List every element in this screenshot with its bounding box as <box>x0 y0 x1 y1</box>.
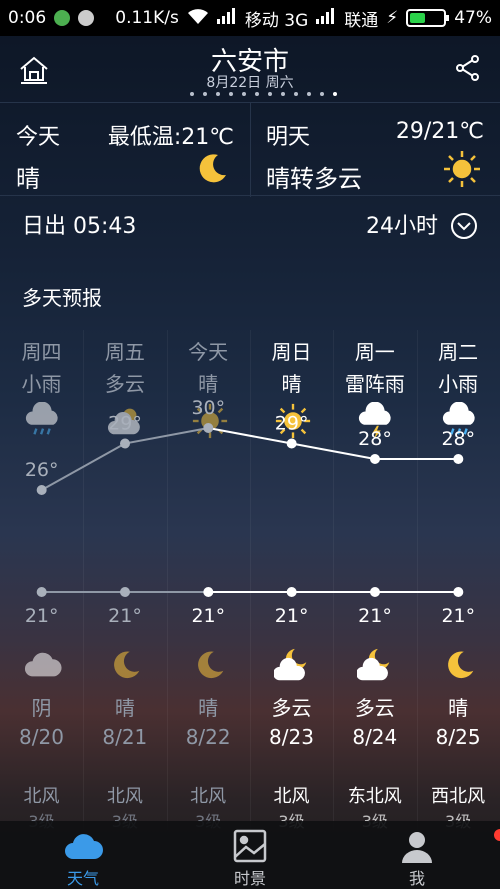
thunder-icon <box>357 401 395 440</box>
forecast-date: 8/23 <box>269 725 314 749</box>
notification-icon <box>78 10 95 26</box>
forecast-day-condition: 小雨 <box>438 372 479 396</box>
forecast-wind-direction: 北风 <box>106 786 143 807</box>
partly-cloudy-icon <box>107 402 145 440</box>
forecast-wind-direction: 西北风 <box>431 786 486 807</box>
cloud-icon <box>24 646 62 684</box>
network-speed: 0.11K/s <box>115 8 179 28</box>
today-temp: 最低温:21℃ <box>107 125 234 150</box>
moon-icon <box>191 646 229 684</box>
forecast-day-name: 周二 <box>438 340 479 364</box>
battery-icon <box>406 9 450 27</box>
tomorrow-label: 明天 <box>266 125 311 150</box>
page-indicator <box>190 92 337 96</box>
sun-icon <box>442 149 482 189</box>
today-condition: 晴 <box>16 165 40 193</box>
moon-cloud-icon <box>273 646 312 684</box>
user-icon <box>397 829 500 863</box>
carrier-2: 联通 <box>344 10 379 31</box>
status-bar: 0:06 0.11K/s 移动 3G 联通 ⚡ 47% <box>0 0 500 36</box>
tab-scenery-label: 时景 <box>233 869 266 888</box>
today-cell[interactable]: 今天 最低温:21℃ 晴 <box>0 103 250 197</box>
chevron-down-icon[interactable] <box>450 212 478 240</box>
forecast-day-name: 周日 <box>271 340 312 364</box>
clock-app-icon <box>54 10 71 26</box>
moon-icon <box>441 646 479 684</box>
forecast-day-name: 周一 <box>354 340 395 364</box>
photo-icon <box>230 829 270 863</box>
forecast-day-condition: 晴 <box>281 372 302 396</box>
sun-icon <box>274 402 312 440</box>
forecast-day-column[interactable]: 周一雷阵雨多云8/24东北风3级 <box>333 330 416 831</box>
tab-me[interactable]: 我 <box>334 821 500 889</box>
tab-weather-label: 天气 <box>66 869 99 888</box>
moon-cloud-icon <box>356 646 395 684</box>
tab-me-label: 我 <box>408 869 425 888</box>
forecast-night-condition: 晴 <box>114 696 135 720</box>
rain-icon <box>24 401 62 440</box>
forecast-date: 8/22 <box>185 725 231 749</box>
forecast-day-name: 周五 <box>104 340 145 364</box>
signal-icon <box>216 7 237 29</box>
forecast-night-condition: 晴 <box>448 696 469 720</box>
forecast-night-condition: 多云 <box>271 696 312 720</box>
tomorrow-cell[interactable]: 明天 29/21℃ 晴转多云 <box>250 103 500 197</box>
forecast-date: 8/20 <box>19 725 64 749</box>
forecast-day-column[interactable]: 周四小雨阴8/20北风3级 <box>0 330 83 831</box>
forecast-night-condition: 阴 <box>31 696 52 720</box>
forecast-section-title: 多天预报 <box>22 286 102 310</box>
date-label: 8月22日 周六 <box>206 75 294 91</box>
forecast-day-column[interactable]: 今天晴晴8/22北风3级 <box>167 330 250 831</box>
signal-icon-2 <box>316 7 336 29</box>
tab-weather[interactable]: 天气 <box>0 821 166 889</box>
status-time: 0:06 <box>8 8 47 28</box>
forecast-day-column[interactable]: 周日晴多云8/23北风3级 <box>250 330 333 831</box>
forecast-day-column[interactable]: 周五多云晴8/21北风3级 <box>83 330 166 831</box>
cloud-icon <box>63 829 103 863</box>
forecast-wind-direction: 东北风 <box>347 786 402 807</box>
forecast-wind-direction: 北风 <box>190 786 227 807</box>
forecast-day-column[interactable]: 周二小雨晴8/25西北风3级 <box>417 330 500 831</box>
today-tomorrow-panel: 今天 最低温:21℃ 晴 明天 29/21℃ 晴转多云 <box>0 102 500 197</box>
bottom-tab-bar: 天气 时景 我 <box>0 821 500 889</box>
moon-icon <box>192 149 232 189</box>
battery-percent: 47% <box>454 8 492 28</box>
forecast-day-condition: 晴 <box>198 372 219 396</box>
header: 六安市 8月22日 周六 <box>0 36 500 100</box>
wifi-icon <box>187 7 209 30</box>
forecast-day-condition: 多云 <box>104 372 145 396</box>
hourly-forecast-label[interactable]: 24小时 <box>366 208 438 240</box>
today-label: 今天 <box>16 125 61 150</box>
forecast-date: 8/24 <box>352 725 398 749</box>
share-icon[interactable] <box>454 54 482 82</box>
forecast-night-condition: 多云 <box>354 696 395 720</box>
forecast-date: 8/21 <box>102 725 148 749</box>
forecast-wind-direction: 北风 <box>23 786 60 807</box>
notification-badge <box>494 829 500 841</box>
forecast-wind-direction: 北风 <box>273 786 310 807</box>
rain-icon <box>441 401 479 440</box>
forecast-columns: 周四小雨阴8/20北风3级周五多云晴8/21北风3级今天晴晴8/22北风3级周日… <box>0 330 500 840</box>
forecast-date: 8/25 <box>435 725 481 749</box>
tomorrow-condition: 晴转多云 <box>266 165 362 193</box>
sunrise-time: 日出 05:43 <box>22 214 137 239</box>
forecast-day-condition: 小雨 <box>21 372 62 396</box>
forecast-day-name: 今天 <box>188 340 229 364</box>
forecast-night-condition: 晴 <box>198 696 219 720</box>
moon-icon <box>107 646 145 684</box>
forecast-day-name: 周四 <box>21 340 62 364</box>
sun-icon <box>191 402 229 440</box>
forecast-day-condition: 雷阵雨 <box>344 372 405 396</box>
carrier-1: 移动 3G <box>244 10 309 31</box>
tomorrow-temp: 29/21℃ <box>395 119 484 144</box>
charging-icon: ⚡ <box>386 8 399 28</box>
tab-scenery[interactable]: 时景 <box>167 821 333 889</box>
